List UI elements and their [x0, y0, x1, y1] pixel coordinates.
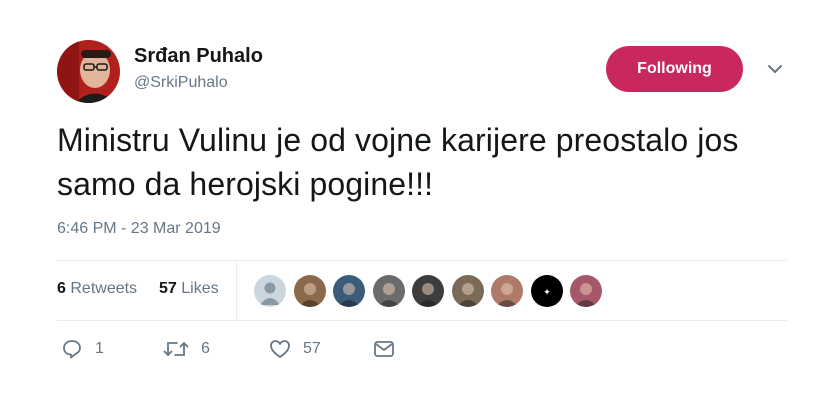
likes-label: Likes: [181, 280, 219, 297]
reply-icon: [63, 340, 81, 359]
liker-avatar[interactable]: [332, 274, 366, 308]
user-avatar[interactable]: [57, 40, 120, 103]
liker-avatar[interactable]: [490, 274, 524, 308]
chevron-down-icon[interactable]: [766, 62, 784, 76]
divider: [57, 260, 787, 261]
like-button[interactable]: 57: [269, 338, 321, 360]
following-button[interactable]: Following: [606, 46, 743, 92]
retweets-stat[interactable]: 6 Retweets: [57, 280, 137, 298]
retweet-icon: [163, 342, 189, 356]
liker-avatar[interactable]: [371, 274, 406, 308]
liker-avatars: ✦: [253, 274, 609, 308]
retweets-label: Retweets: [70, 280, 138, 297]
default-profile-avatar[interactable]: [253, 274, 287, 308]
like-icon: [270, 340, 290, 358]
direct-message-icon: [374, 341, 394, 357]
stats-divider: [236, 262, 237, 320]
tweet-timestamp[interactable]: 6:46 PM - 23 Mar 2019: [57, 220, 221, 238]
svg-text:✦: ✦: [543, 288, 551, 298]
avatar-image: [57, 40, 120, 103]
liker-avatar[interactable]: [411, 274, 445, 308]
reply-button[interactable]: 1: [61, 338, 104, 360]
reply-count: 1: [95, 340, 104, 357]
screen-name[interactable]: @SrkiPuhalo: [134, 72, 263, 94]
divider: [57, 320, 787, 321]
like-count: 57: [303, 340, 321, 357]
direct-message-button[interactable]: [373, 338, 395, 360]
liker-avatar[interactable]: [450, 274, 485, 308]
tweet-card: Srđan Puhalo @SrkiPuhalo Following Minis…: [0, 0, 828, 408]
liker-avatar[interactable]: [292, 274, 327, 308]
retweet-count: 6: [201, 340, 210, 357]
likes-count: 57: [159, 280, 177, 297]
user-info: Srđan Puhalo @SrkiPuhalo: [134, 44, 263, 94]
liker-avatar[interactable]: ✦: [529, 274, 564, 308]
liker-avatar[interactable]: [569, 274, 603, 308]
tweet-actions: 1 6 57: [57, 338, 557, 366]
tweet-stats: 6 Retweets 57 Likes ✦: [57, 262, 787, 320]
retweets-count: 6: [57, 280, 66, 297]
likes-stat[interactable]: 57 Likes: [159, 280, 219, 298]
display-name[interactable]: Srđan Puhalo: [134, 44, 263, 68]
retweet-button[interactable]: 6: [163, 338, 210, 360]
tweet-text: Ministru Vulinu je od vojne karijere pre…: [57, 122, 739, 202]
